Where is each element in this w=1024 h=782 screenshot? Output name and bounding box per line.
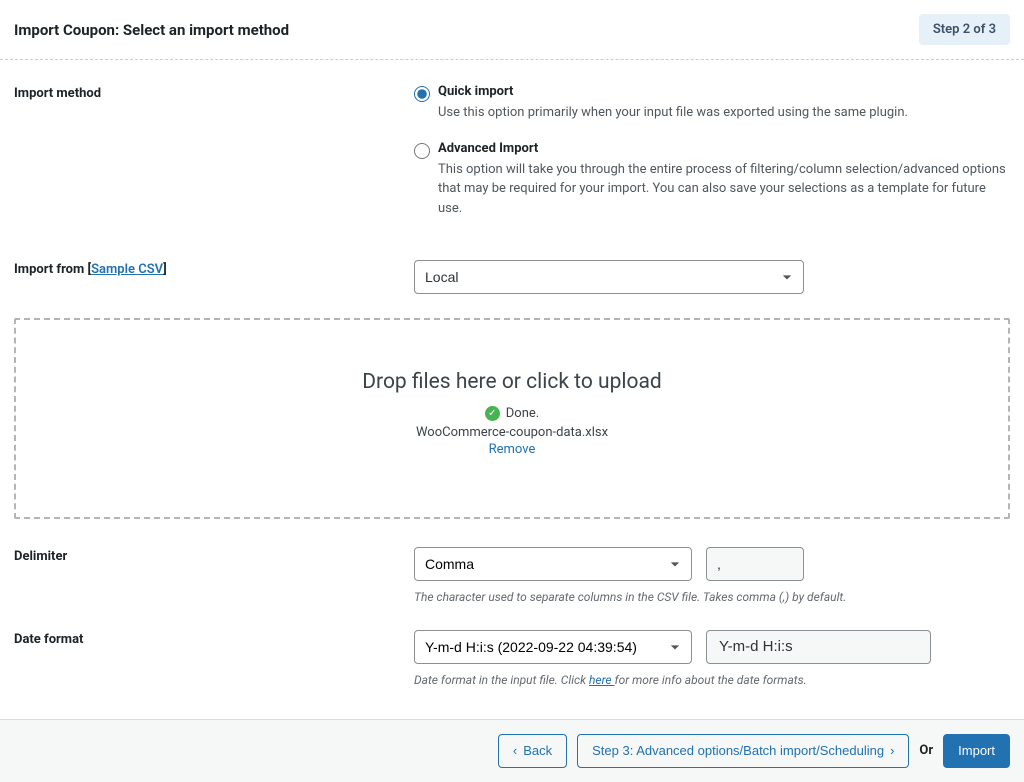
next-step-button[interactable]: Step 3: Advanced options/Batch import/Sc… [577, 734, 909, 768]
chevron-right-icon: › [890, 742, 894, 760]
import-button[interactable]: Import [943, 734, 1010, 768]
radio-advanced-import[interactable]: Advanced Import This option will take yo… [414, 141, 1010, 219]
label-import-from: Import from [Sample CSV] [14, 260, 414, 294]
dropzone-status: ✓ Done. [36, 406, 988, 421]
delimiter-select[interactable]: Comma [414, 547, 692, 581]
date-format-help: Date format in the input file. Click her… [414, 672, 1010, 689]
check-icon: ✓ [485, 406, 500, 421]
dropzone-remove-link[interactable]: Remove [489, 442, 536, 457]
dropzone-done: Done. [506, 406, 539, 421]
back-button[interactable]: ‹ Back [498, 734, 567, 768]
delimiter-help: The character used to separate columns i… [414, 589, 1010, 606]
delimiter-char-input[interactable] [706, 547, 804, 581]
value-import-method: Quick import Use this option primarily w… [414, 84, 1010, 236]
quick-import-title: Quick import [438, 84, 1010, 99]
step-indicator: Step 2 of 3 [919, 14, 1010, 45]
label-delimiter: Delimiter [14, 547, 414, 606]
advanced-import-title: Advanced Import [438, 141, 1010, 156]
radio-quick-import[interactable]: Quick import Use this option primarily w… [414, 84, 1010, 123]
quick-import-desc: Use this option primarily when your inpu… [438, 103, 1010, 123]
value-date-format: Y-m-d H:i:s (2022-09-22 04:39:54) Date f… [414, 630, 1010, 689]
sample-csv-link[interactable]: Sample CSV [91, 262, 163, 277]
row-delimiter: Delimiter Comma The character used to se… [14, 547, 1010, 606]
date-format-help-link[interactable]: here [589, 673, 615, 687]
row-date-format: Date format Y-m-d H:i:s (2022-09-22 04:3… [14, 630, 1010, 689]
chevron-left-icon: ‹ [513, 742, 517, 760]
date-format-select[interactable]: Y-m-d H:i:s (2022-09-22 04:39:54) [414, 630, 692, 664]
import-from-select[interactable]: Local [414, 260, 804, 294]
value-delimiter: Comma The character used to separate col… [414, 547, 1010, 606]
label-import-method: Import method [14, 84, 414, 236]
wizard-header: Import Coupon: Select an import method S… [0, 0, 1024, 60]
wizard-footer: ‹ Back Step 3: Advanced options/Batch im… [0, 719, 1024, 782]
dropzone-title: Drop files here or click to upload [36, 370, 988, 394]
radio-advanced-input[interactable] [414, 143, 430, 159]
row-import-method: Import method Quick import Use this opti… [14, 84, 1010, 236]
form-content: Import method Quick import Use this opti… [0, 60, 1024, 719]
dropzone-filename: WooCommerce-coupon-data.xlsx [36, 425, 988, 440]
advanced-import-desc: This option will take you through the en… [438, 160, 1010, 219]
row-import-from: Import from [Sample CSV] Local [14, 260, 1010, 294]
value-import-from: Local [414, 260, 1010, 294]
file-dropzone[interactable]: Drop files here or click to upload ✓ Don… [14, 318, 1010, 519]
or-separator: Or [919, 743, 933, 758]
date-format-pattern-input[interactable] [706, 630, 931, 664]
radio-quick-input[interactable] [414, 86, 430, 102]
label-date-format: Date format [14, 630, 414, 689]
page-title: Import Coupon: Select an import method [14, 21, 289, 39]
